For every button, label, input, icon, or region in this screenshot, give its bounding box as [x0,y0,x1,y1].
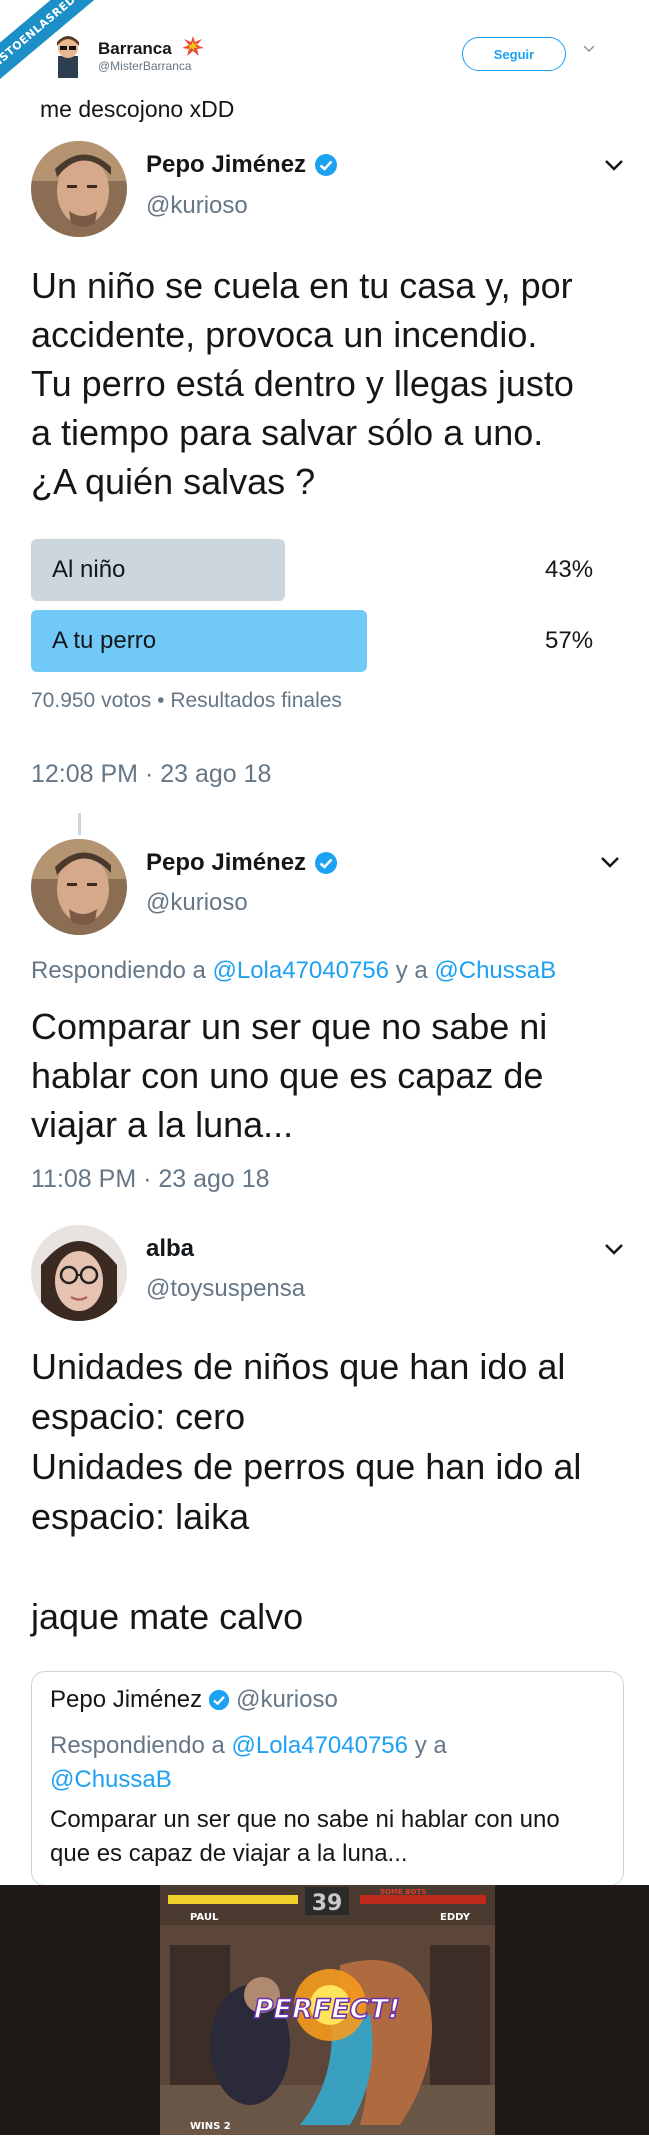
chevron-down-icon[interactable] [583,44,595,54]
player2-title: SOME BOTS [380,1888,426,1896]
barranca-avatar[interactable] [48,34,88,78]
tweet1-author-handle[interactable]: @kurioso [146,192,248,220]
game-screenshot[interactable]: 39 PAUL EDDY SOME BOTS PERFECT! WINS 2 [0,1885,649,2135]
quote-author: Pepo Jiménez @kurioso [50,1686,338,1713]
quote-text: Comparar un ser que no sabe ni hablar co… [50,1806,560,1867]
poll-option-2-percent: 57% [545,627,594,654]
game-image: 39 PAUL EDDY SOME BOTS PERFECT! WINS 2 [0,1885,649,2135]
game-timer: 39 [312,1891,343,1916]
poll-option-1-label: Al niño [52,556,126,583]
tweet2-text: Comparar un ser que no sabe ni hablar co… [31,1006,548,1145]
tweet1-timestamp[interactable]: 12:08 PM · 23 ago 18 [31,760,271,789]
tweet3-author-handle[interactable]: @toysuspensa [146,1275,305,1303]
quoted-tweet[interactable]: Pepo Jiménez @kurioso Respondiendo a @Lo… [31,1671,624,1886]
explosion-icon [182,36,205,56]
chevron-down-icon[interactable] [600,855,620,869]
verified-badge-icon [315,154,338,176]
tweet2-author-handle[interactable]: @kurioso [146,889,248,917]
tweet1-text: Un niño se cuela en tu casa y, por accid… [31,265,574,502]
poll-meta: 70.950 votos • Resultados finales [31,689,342,712]
mention-link[interactable]: @ChussaB [50,1766,172,1793]
mention-link[interactable]: @Lola47040756 [231,1732,408,1759]
pepo-avatar[interactable] [31,141,127,237]
player2-name: EDDY [440,1912,471,1923]
tweet-caption: me descojono xDD [40,96,235,122]
top-bar: VISTOENLASREDES Barranca @MisterBarranca… [0,0,649,90]
tweet2-timestamp[interactable]: 11:08 PM · 23 ago 18 [31,1165,270,1194]
wins-counter: WINS 2 [190,2121,231,2132]
follow-button[interactable]: Seguir [462,37,566,71]
quote-replying-to: Respondiendo a @Lola47040756 y a @Chussa… [50,1732,447,1793]
thread-connector [78,813,81,835]
tweet2-replying-to: Respondiendo a @Lola47040756 y a @Chussa… [31,957,557,984]
tweet3-author-name[interactable]: alba [146,1235,194,1263]
verified-badge-icon [315,852,338,874]
mention-link[interactable]: @ChussaB [434,957,556,984]
chevron-down-icon[interactable] [604,1242,624,1256]
tweet1-author-name[interactable]: Pepo Jiménez [146,151,338,179]
tweet2-author-name[interactable]: Pepo Jiménez [146,849,338,877]
pepo-avatar[interactable] [31,839,127,935]
player1-name: PAUL [190,1912,219,1923]
poll-option-2-label: A tu perro [52,627,157,654]
mention-link[interactable]: @Lola47040756 [212,957,389,984]
verified-badge-icon [209,1689,230,1711]
alba-avatar[interactable] [31,1225,127,1321]
account-name[interactable]: Barranca [98,36,205,59]
tweet3-text: Unidades de niños que han ido al espacio… [31,1346,582,1637]
poll-option-1-percent: 43% [545,556,594,583]
account-handle[interactable]: @MisterBarranca [98,59,192,73]
chevron-down-icon[interactable] [604,158,624,172]
perfect-banner: PERFECT! [254,1994,400,2025]
